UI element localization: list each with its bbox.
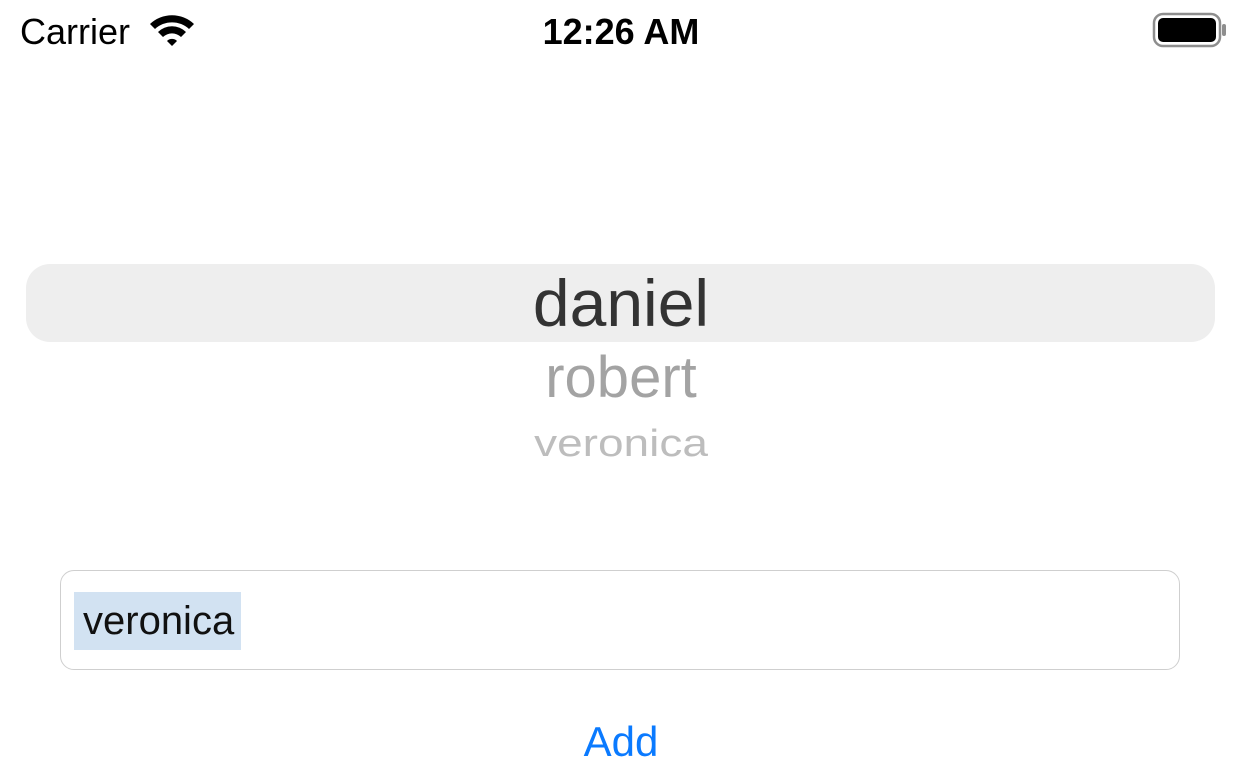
picker-row-selected[interactable]: daniel bbox=[26, 264, 1216, 342]
picker-row[interactable]: robert bbox=[26, 346, 1216, 410]
name-picker[interactable]: daniel robert veronica bbox=[26, 180, 1216, 500]
add-button[interactable]: Add bbox=[0, 712, 1242, 772]
status-time: 12:26 AM bbox=[542, 11, 700, 52]
picker-row[interactable]: veronica bbox=[26, 421, 1216, 465]
battery-icon bbox=[1152, 12, 1226, 48]
text-field-selected-text: veronica bbox=[74, 592, 242, 650]
screen: Carrier 12:26 AM daniel robert veronica … bbox=[0, 0, 1242, 780]
name-text-field[interactable]: veronica bbox=[60, 570, 1180, 670]
